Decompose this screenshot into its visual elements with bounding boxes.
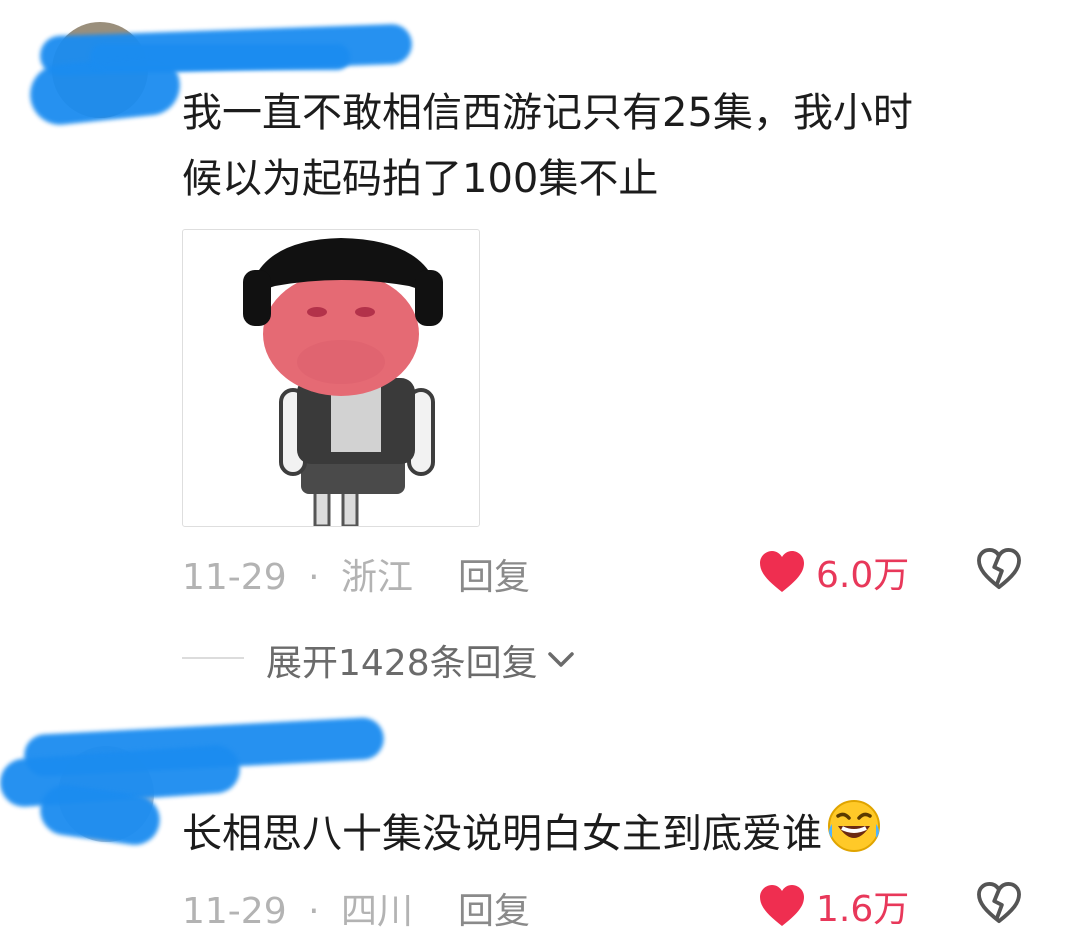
like-count: 6.0万 (816, 555, 910, 596)
heart-icon (760, 885, 804, 926)
comment-text: 长相思八十集没说明白女主到底爱谁 (182, 798, 882, 874)
reply-button[interactable]: 回复 (458, 882, 530, 934)
like-button[interactable]: 6.0万 (758, 546, 909, 598)
comment-text: 我一直不敢相信西游记只有25集，我小时 候以为起码拍了100集不止 (182, 80, 913, 212)
dislike-button[interactable] (976, 882, 1022, 928)
redaction-scribble (90, 44, 350, 70)
comment-location: 四川 (340, 891, 413, 932)
sticker-image[interactable] (182, 229, 480, 527)
dislike-button[interactable] (976, 548, 1022, 594)
comment-meta: 11-29 · 浙江 (182, 548, 413, 600)
comment-date: 11-29 (182, 557, 287, 598)
expand-replies-button[interactable]: 展开1428条回复 (266, 634, 576, 686)
comment-location: 浙江 (340, 557, 413, 598)
expand-divider (182, 657, 244, 659)
expand-replies-label: 展开1428条回复 (266, 643, 538, 684)
comment-text-line: 我一直不敢相信西游记只有25集，我小时 (182, 90, 913, 136)
reply-button[interactable]: 回复 (458, 548, 530, 600)
broken-heart-icon (977, 882, 1021, 924)
comment-meta: 11-29 · 四川 (182, 882, 413, 934)
comment-date: 11-29 (182, 891, 287, 932)
like-button[interactable]: 1.6万 (758, 880, 909, 932)
heart-icon (760, 551, 804, 592)
laughing-crying-emoji-icon (826, 798, 882, 874)
like-count: 1.6万 (816, 889, 910, 930)
broken-heart-icon (977, 548, 1021, 590)
comment-text-line: 长相思八十集没说明白女主到底爱谁 (182, 811, 822, 857)
comment-text-line: 候以为起码拍了100集不止 (182, 156, 659, 202)
cartoon-boy-sticker-icon (243, 238, 443, 526)
meta-separator: · (308, 557, 320, 598)
meta-separator: · (308, 891, 320, 932)
chevron-down-icon (547, 652, 574, 667)
